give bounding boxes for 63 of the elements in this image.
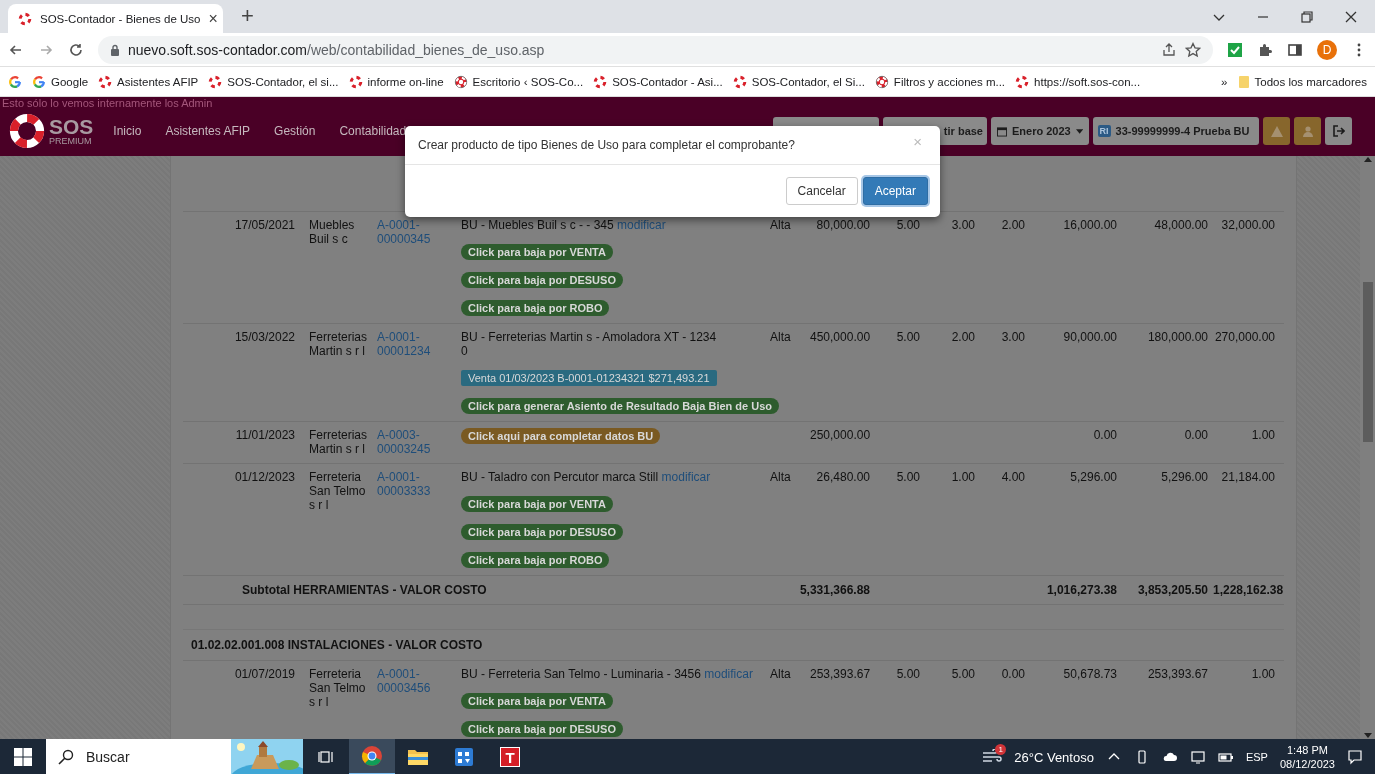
residual-cell-text: 21,184.00	[1220, 470, 1276, 486]
supplier-cell-text: Ferreterias Martin s r l	[308, 330, 368, 360]
residual-cell-text: 32,000.00	[1220, 218, 1276, 234]
remaining-cell-text: 2.00	[1000, 218, 1026, 234]
amount-cell-text: 80,000.00	[815, 218, 871, 234]
type-cell-text: Alta	[770, 470, 792, 486]
depreciation-cell-text: 90,000.00	[1062, 330, 1118, 346]
item-description: BU - Ferreterias Martin s - Amoladora XT - 1234 0	[461, 330, 717, 358]
residual-cell-text: 1.00	[1250, 667, 1276, 683]
item-description: BU - Ferreteria San Telmo - Luminaria - 3456	[461, 667, 701, 681]
remaining-cell-text: 3.00	[1000, 330, 1026, 346]
used-cell-text: 2.00	[950, 330, 976, 346]
supplier-cell-text: Ferreteria San Telmo s r l	[308, 470, 367, 514]
supplier-cell-text: Muebles Buil s c	[308, 218, 356, 248]
notification-badge: 1	[995, 743, 1007, 755]
date-cell-text: 17/05/2021	[233, 218, 296, 234]
subtotal-label: Subtotal HERRAMIENTAS - VALOR COSTO	[241, 583, 488, 597]
app-icon: T	[500, 747, 520, 767]
used-cell-text: 3.00	[950, 218, 976, 234]
date-cell-text: 01/07/2019	[233, 667, 296, 683]
accumulated-cell-text: 253,393.67	[1146, 667, 1209, 683]
rate-cell-text: 5.00	[895, 218, 921, 234]
company-badge: RI	[1097, 125, 1111, 137]
url-text: nuevo.soft.sos-contador.com/web/contabilidad_bienes_de_uso.asp	[128, 41, 545, 58]
date-cell-text: 15/03/2022	[233, 330, 296, 346]
residual-cell-text: 270,000.00	[1213, 330, 1276, 346]
accumulated-cell-text: 180,000.00	[1146, 330, 1209, 346]
rate-cell-text: 5.00	[895, 330, 921, 346]
amount-cell-text: 250,000.00	[810, 428, 872, 444]
remaining-cell-text: 4.00	[1000, 470, 1026, 486]
supplier-cell-text: Ferreteria San Telmo s r l	[308, 667, 367, 711]
logo-tagline: PREMIUM	[49, 137, 93, 146]
supplier-cell-text: Ferreterias Martin s r l	[308, 428, 368, 456]
depreciation-cell-text: 5,296.00	[1069, 470, 1118, 486]
type-cell-text: Alta	[770, 218, 792, 234]
date-cell-text: 11/01/2023	[234, 428, 296, 444]
accumulated-cell-text: 5,296.00	[1160, 470, 1209, 486]
date-cell-text: 01/12/2023	[233, 470, 296, 486]
rate-cell-text: 5.00	[895, 667, 921, 683]
depreciation-cell-text: 0.00	[1092, 428, 1118, 444]
rate-cell-text: 5.00	[895, 470, 921, 486]
depreciation-cell-text: 16,000.00	[1062, 218, 1118, 234]
depreciation-cell-text: 50,678.73	[1062, 667, 1118, 683]
accumulated-cell-text: 48,000.00	[1153, 218, 1209, 234]
subtotal-amount: 5,331,366.88	[798, 583, 871, 597]
type-cell-text: Alta	[770, 667, 792, 683]
residual-cell-text: 1.00	[1250, 428, 1276, 444]
item-description: BU - Taladro con Percutor marca Still	[461, 470, 659, 484]
used-cell-text: 5.00	[950, 667, 976, 683]
item-description: BU - Muebles Buil s c - - 345	[461, 218, 614, 232]
admin-note: Esto sólo lo vemos internamente los Admin	[1, 97, 213, 110]
amount-cell-text: 450,000.00	[810, 330, 872, 346]
type-cell-text: Alta	[770, 330, 792, 346]
section-heading: 01.02.02.001.008 INSTALACIONES - VALOR COSTO	[191, 638, 483, 652]
remaining-cell-text: 0.00	[1000, 667, 1026, 683]
dialog-message: Crear producto de tipo Bienes de Uso para completar el comprobante?	[418, 138, 796, 152]
logo-name: SOS	[49, 116, 94, 137]
used-cell-text: 1.00	[950, 470, 976, 486]
subtotal-depreciation: 1,016,273.38	[1045, 583, 1118, 597]
accumulated-cell-text: 0.00	[1183, 428, 1209, 444]
amount-cell-text: 26,480.00	[815, 470, 871, 486]
subtotal-accumulated: 3,853,205.50	[1136, 583, 1209, 597]
amount-cell-text: 253,393.67	[810, 667, 872, 683]
